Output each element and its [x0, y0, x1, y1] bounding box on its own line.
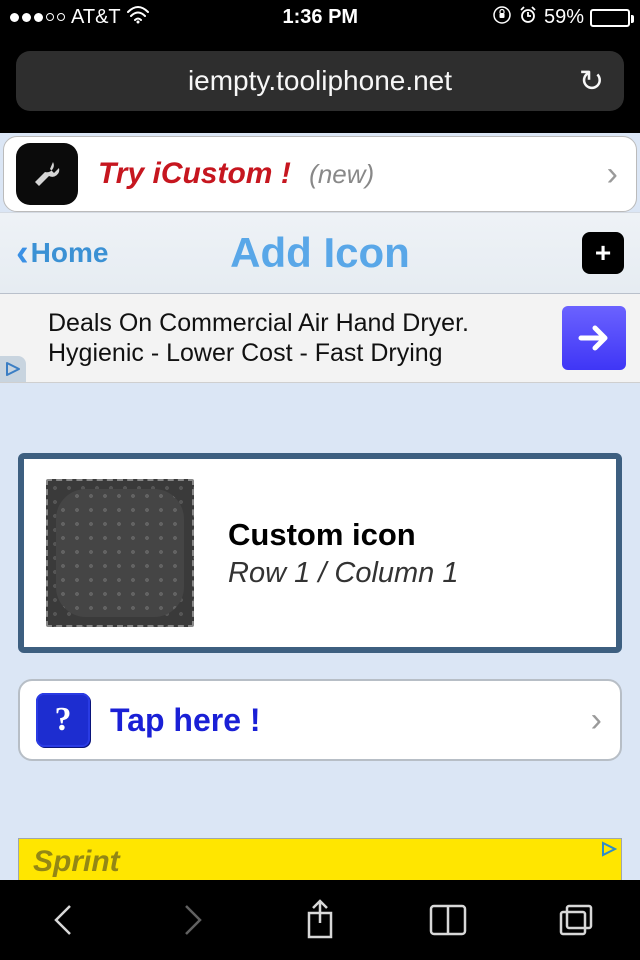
battery-pct-label: 59%	[544, 6, 584, 29]
wrench-icon	[16, 143, 78, 205]
bookmarks-button[interactable]	[423, 895, 473, 945]
battery-icon	[590, 9, 630, 27]
back-button[interactable]	[39, 895, 89, 945]
add-button[interactable]: +	[582, 232, 624, 274]
ad-line2: Hygienic - Lower Cost - Fast Drying	[48, 339, 443, 367]
icon-preview	[46, 479, 194, 627]
signal-dots-icon	[10, 13, 65, 22]
bottom-ad-banner[interactable]: Sprint	[18, 838, 622, 880]
ad-banner[interactable]: Deals On Commercial Air Hand Dryer. Hygi…	[0, 294, 640, 383]
page-content: Try iCustom ! (new) › ‹ Home Add Icon + …	[0, 133, 640, 880]
status-bar: AT&T 1:36 PM 59%	[0, 0, 640, 35]
card-title: Custom icon	[228, 517, 459, 553]
page-nav: ‹ Home Add Icon +	[0, 212, 640, 294]
url-text: iempty.tooliphone.net	[188, 65, 452, 97]
alarm-icon	[518, 5, 538, 31]
adchoices-icon[interactable]	[601, 841, 617, 857]
card-subtitle: Row 1 / Column 1	[228, 557, 459, 590]
carrier-label: AT&T	[71, 6, 121, 29]
tap-here-label: Tap here !	[110, 702, 261, 739]
promo-row[interactable]: Try iCustom ! (new) ›	[3, 136, 637, 212]
chevron-right-icon: ›	[607, 155, 618, 194]
ad-line1: Deals On Commercial Air Hand Dryer.	[48, 309, 469, 337]
ad-logo: Sprint	[33, 845, 120, 878]
browser-url-bar: iempty.tooliphone.net ↻	[0, 35, 640, 133]
promo-tag: (new)	[309, 159, 374, 189]
wifi-icon	[127, 6, 149, 30]
forward-button[interactable]	[167, 895, 217, 945]
page-title: Add Icon	[0, 229, 640, 277]
ad-arrow-button[interactable]	[562, 306, 626, 370]
share-button[interactable]	[295, 895, 345, 945]
clock-label: 1:36 PM	[283, 6, 359, 29]
promo-title: Try iCustom !	[98, 157, 291, 190]
tabs-button[interactable]	[551, 895, 601, 945]
adchoices-icon[interactable]	[0, 356, 26, 382]
reload-icon[interactable]: ↻	[579, 64, 604, 99]
browser-toolbar	[0, 880, 640, 960]
url-field[interactable]: iempty.tooliphone.net ↻	[16, 51, 624, 111]
custom-icon-card[interactable]: Custom icon Row 1 / Column 1	[18, 453, 622, 653]
question-icon: ?	[36, 693, 90, 747]
chevron-right-icon: ›	[591, 701, 602, 740]
tap-here-row[interactable]: ? Tap here ! ›	[18, 679, 622, 761]
orientation-lock-icon	[492, 5, 512, 31]
